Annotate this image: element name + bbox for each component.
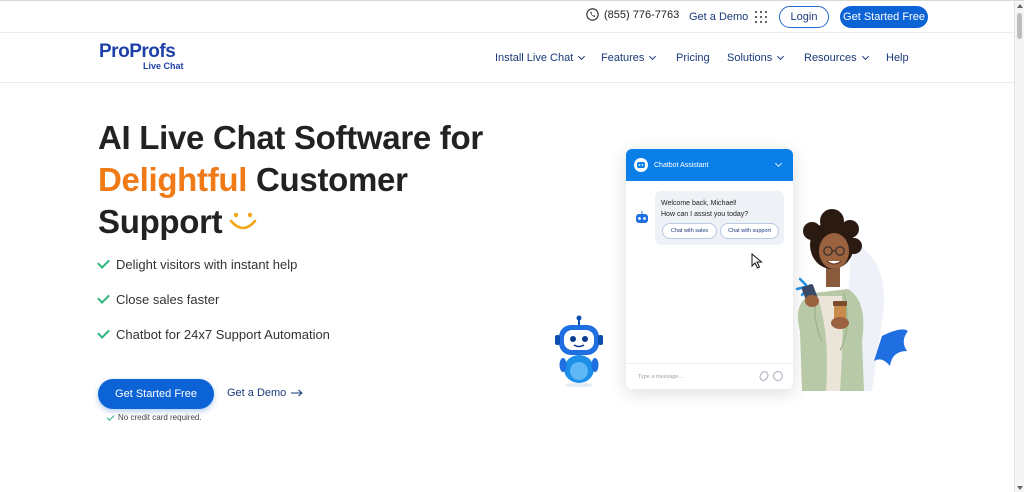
main-nav: ProProfs Live Chat Install Live Chat Fea… <box>0 32 1014 83</box>
feature-item: Delight visitors with instant help <box>97 256 298 272</box>
bot-message-line1: Welcome back, Michael! <box>661 200 737 207</box>
phone-icon <box>586 8 599 21</box>
hero-title-line1: AI Live Chat Software for <box>98 119 483 156</box>
logo-subtitle: Live Chat <box>143 61 184 71</box>
chevron-down-icon <box>777 52 785 61</box>
top-demo-link[interactable]: Get a Demo <box>689 11 748 23</box>
nav-resources[interactable]: Resources <box>804 52 869 64</box>
nav-help-label: Help <box>886 52 909 64</box>
hero-title-line3-text: Support <box>98 203 223 240</box>
scroll-up-arrow-icon[interactable] <box>1017 4 1023 8</box>
logo-profs: Profs <box>129 41 176 62</box>
customer-woman-illustration <box>795 209 908 391</box>
apps-grid-icon[interactable] <box>755 11 767 23</box>
nav-solutions[interactable]: Solutions <box>727 52 785 64</box>
chevron-down-icon <box>861 52 869 61</box>
chat-header[interactable]: Chatbot Assistant <box>626 149 793 181</box>
hero-demo-label: Get a Demo <box>227 387 287 399</box>
chat-header-title: Chatbot Assistant <box>654 161 709 169</box>
bot-message-line2: How can I assist you today? <box>661 211 749 218</box>
chevron-down-icon <box>578 52 586 61</box>
chevron-down-icon <box>649 52 657 61</box>
nav-features[interactable]: Features <box>601 52 657 64</box>
hero-title-line2: Delightful Customer <box>98 159 483 201</box>
phone-number: (855) 776-7763 <box>604 8 680 21</box>
feature-item: Close sales faster <box>97 291 220 307</box>
robot-mascot-icon <box>555 315 603 387</box>
chat-message-input[interactable]: Type a message... <box>626 363 793 389</box>
hero-get-started-button[interactable]: Get Started Free <box>98 379 214 409</box>
scroll-down-arrow-icon[interactable] <box>1017 486 1023 490</box>
no-credit-card-note: No credit card required. <box>106 412 202 422</box>
check-icon <box>97 291 110 304</box>
chat-with-support-chip[interactable]: Chat with support <box>720 223 779 239</box>
chat-widget[interactable]: Chatbot Assistant Welcome back, Michael!… <box>626 149 793 389</box>
top-bar: (855) 776-7763 Get a Demo Login Get Star… <box>0 2 1014 32</box>
proprofs-logo[interactable]: ProProfs Live Chat <box>99 41 184 72</box>
feature-item: Chatbot for 24x7 Support Automation <box>97 326 330 342</box>
hero-title-line3: Support <box>98 201 483 243</box>
page: (855) 776-7763 Get a Demo Login Get Star… <box>0 0 1024 492</box>
nav-solutions-label: Solutions <box>727 52 773 64</box>
smile-icon <box>230 213 257 230</box>
phone-link[interactable]: (855) 776-7763 <box>586 8 679 21</box>
check-icon <box>97 326 110 339</box>
attachment-icon[interactable] <box>758 369 770 383</box>
nav-resources-label: Resources <box>804 52 857 64</box>
chevron-down-icon[interactable] <box>774 159 783 168</box>
check-icon <box>106 412 115 421</box>
nav-pricing[interactable]: Pricing <box>676 52 710 64</box>
hero-title-line2-rest: Customer <box>247 161 408 198</box>
hero-demo-link[interactable]: Get a Demo <box>227 387 303 399</box>
nav-features-label: Features <box>601 52 645 64</box>
no-credit-card-text: No credit card required. <box>118 413 202 422</box>
chat-input-placeholder: Type a message... <box>638 373 683 380</box>
hero-title: AI Live Chat Software for Delightful Cus… <box>98 117 483 243</box>
nav-install-live-chat[interactable]: Install Live Chat <box>495 52 586 64</box>
feature-text: Delight visitors with instant help <box>116 257 298 272</box>
login-button[interactable]: Login <box>779 6 829 28</box>
check-icon <box>97 256 110 269</box>
mouse-cursor-icon <box>751 253 763 269</box>
bot-icon <box>636 211 648 223</box>
feature-text: Close sales faster <box>116 292 220 307</box>
nav-pricing-label: Pricing <box>676 52 710 64</box>
bot-avatar-icon <box>634 158 648 172</box>
nav-help[interactable]: Help <box>886 52 909 64</box>
scroll-thumb[interactable] <box>1017 13 1022 39</box>
nav-install-live-chat-label: Install Live Chat <box>495 52 574 64</box>
arrow-right-icon <box>291 389 303 397</box>
feature-text: Chatbot for 24x7 Support Automation <box>116 327 330 342</box>
logo-pro: Pro <box>99 41 130 62</box>
hero-title-accent: Delightful <box>98 161 248 198</box>
chat-with-sales-chip[interactable]: Chat with sales <box>662 223 717 239</box>
page-scrollbar[interactable] <box>1014 1 1024 492</box>
top-get-started-button[interactable]: Get Started Free <box>840 6 928 28</box>
